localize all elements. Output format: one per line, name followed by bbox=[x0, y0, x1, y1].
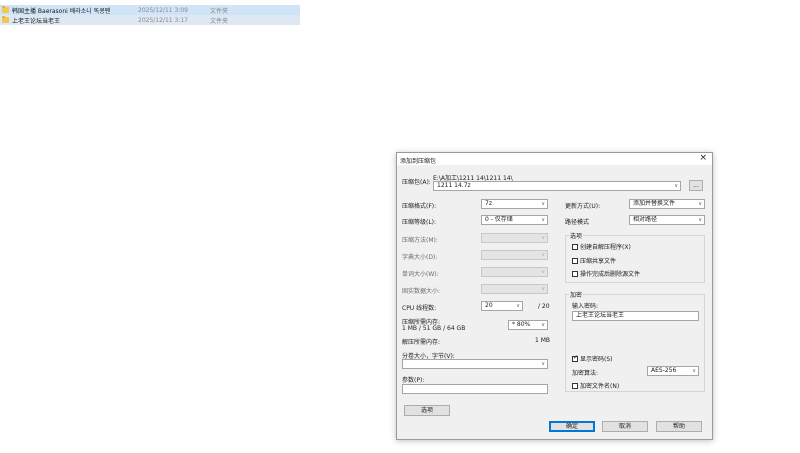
update-value: 添加并替换文件 bbox=[633, 200, 676, 207]
password-input[interactable]: 上老王论坛当老王 bbox=[572, 311, 699, 321]
mem-decompress-value: 1 MB bbox=[535, 337, 551, 344]
enc-method-value: AES-256 bbox=[651, 367, 677, 374]
chevron-down-icon: ∨ bbox=[516, 303, 520, 309]
format-combo[interactable]: 7z ∨ bbox=[481, 199, 548, 209]
file-type: 文件夹 bbox=[210, 17, 229, 25]
checkbox-box bbox=[572, 382, 578, 389]
level-label: 压缩等级(L): bbox=[402, 219, 437, 226]
file-row[interactable]: 韩国主播 Baerasoni 배라소니 똑콩펜 2025/12/11 3:09 … bbox=[0, 5, 300, 15]
checkbox-box bbox=[572, 354, 578, 362]
browse-button[interactable]: ... bbox=[689, 180, 703, 191]
dict-combo[interactable]: ∨ bbox=[481, 250, 548, 260]
options-button[interactable]: 选项 bbox=[404, 405, 450, 416]
folder-icon bbox=[2, 6, 9, 13]
mem-percent-value: * 80% bbox=[512, 321, 531, 328]
level-combo[interactable]: 0 - 仅存储 ∨ bbox=[481, 215, 548, 225]
file-type: 文件夹 bbox=[210, 7, 229, 15]
cpu-combo[interactable]: 20 ∨ bbox=[481, 301, 523, 311]
chevron-down-icon: ∨ bbox=[541, 252, 545, 258]
split-combo[interactable]: ∨ bbox=[402, 359, 548, 369]
folder-icon bbox=[2, 16, 9, 23]
checkbox-box bbox=[572, 243, 578, 250]
encrypt-names-checkbox[interactable]: 加密文件名(N) bbox=[572, 381, 619, 390]
cpu-value: 20 bbox=[485, 302, 493, 309]
encrypt-names-label: 加密文件名(N) bbox=[580, 383, 620, 390]
update-label: 更新方式(U): bbox=[565, 203, 601, 210]
show-password-label: 显示密码(S) bbox=[580, 356, 613, 363]
chevron-down-icon: ∨ bbox=[674, 183, 678, 189]
chevron-down-icon: ∨ bbox=[541, 286, 545, 292]
mem-decompress-label: 解压所需内存: bbox=[402, 339, 441, 346]
file-date: 2025/12/11 3:09 bbox=[138, 6, 188, 14]
mem-compress-detail: 1 MB / 51 GB / 64 GB bbox=[402, 325, 466, 332]
word-combo[interactable]: ∨ bbox=[481, 267, 548, 277]
solid-label: 固实数据大小: bbox=[402, 288, 441, 295]
delete-checkbox[interactable]: 操作完成后删除源文件 bbox=[572, 269, 640, 278]
dialog-title: 添加到压缩包 bbox=[400, 158, 437, 165]
help-button[interactable]: 帮助 bbox=[656, 421, 702, 432]
archive-label: 压缩包(A): bbox=[402, 179, 431, 186]
enc-method-combo[interactable]: AES-256 ∨ bbox=[647, 366, 699, 376]
cpu-max: / 20 bbox=[538, 303, 550, 310]
sfx-label: 创建自解压程序(X) bbox=[580, 244, 631, 251]
file-name: 上老王论坛当老王 bbox=[12, 17, 61, 25]
params-label: 参数(P): bbox=[402, 377, 425, 384]
sfx-checkbox[interactable]: 创建自解压程序(X) bbox=[572, 242, 631, 251]
pathmode-value: 相对路径 bbox=[633, 216, 658, 223]
file-date: 2025/12/11 3:17 bbox=[138, 16, 188, 24]
shared-label: 压缩共享文件 bbox=[580, 258, 617, 265]
pathmode-combo[interactable]: 相对路径 ∨ bbox=[629, 215, 705, 225]
chevron-down-icon: ∨ bbox=[698, 217, 702, 223]
update-combo[interactable]: 添加并替换文件 ∨ bbox=[629, 199, 705, 209]
archive-name-combo[interactable]: 1211 14.7z ∨ bbox=[433, 181, 681, 191]
chevron-down-icon: ∨ bbox=[541, 217, 545, 223]
add-to-archive-dialog: 添加到压缩包 × 压缩包(A): E:\A加工\1211 14\1211 14\… bbox=[396, 152, 713, 440]
chevron-down-icon: ∨ bbox=[541, 361, 545, 367]
shared-checkbox[interactable]: 压缩共享文件 bbox=[572, 256, 616, 265]
chevron-down-icon: ∨ bbox=[698, 201, 702, 207]
chevron-down-icon: ∨ bbox=[541, 201, 545, 207]
method-label: 压缩方法(M): bbox=[402, 237, 438, 244]
encrypt-group-title: 加密 bbox=[569, 290, 584, 299]
params-input[interactable] bbox=[402, 384, 548, 394]
file-row[interactable]: 上老王论坛当老王 2025/12/11 3:17 文件夹 bbox=[0, 15, 300, 25]
checkbox-box bbox=[572, 257, 578, 264]
level-value: 0 - 仅存储 bbox=[485, 216, 513, 223]
show-password-checkbox[interactable]: 显示密码(S) bbox=[572, 354, 613, 363]
mem-percent-combo[interactable]: * 80% ∨ bbox=[508, 320, 548, 330]
cancel-button[interactable]: 取消 bbox=[602, 421, 648, 432]
format-value: 7z bbox=[485, 200, 492, 207]
dialog-titlebar: 添加到压缩包 × bbox=[397, 153, 712, 165]
chevron-down-icon: ∨ bbox=[541, 235, 545, 241]
dict-label: 字典大小(D): bbox=[402, 254, 438, 261]
method-combo[interactable]: ∨ bbox=[481, 233, 548, 243]
solid-combo[interactable]: ∨ bbox=[481, 284, 548, 294]
ok-button[interactable]: 确定 bbox=[549, 421, 595, 432]
chevron-down-icon: ∨ bbox=[541, 269, 545, 275]
close-icon[interactable]: × bbox=[699, 154, 707, 163]
password-label: 输入密码: bbox=[572, 303, 599, 310]
checkbox-box bbox=[572, 270, 578, 277]
password-value: 上老王论坛当老王 bbox=[576, 312, 625, 319]
options-group-title: 选项 bbox=[569, 231, 584, 240]
delete-label: 操作完成后删除源文件 bbox=[580, 271, 641, 278]
pathmode-label: 路径模式 bbox=[565, 219, 590, 226]
chevron-down-icon: ∨ bbox=[541, 322, 545, 328]
cpu-label: CPU 线程数: bbox=[402, 305, 437, 312]
chevron-down-icon: ∨ bbox=[692, 368, 696, 374]
archive-name-value: 1211 14.7z bbox=[437, 182, 471, 189]
file-name: 韩国主播 Baerasoni 배라소니 똑콩펜 bbox=[12, 7, 111, 15]
word-label: 单词大小(W): bbox=[402, 271, 439, 278]
enc-method-label: 加密算法: bbox=[572, 370, 599, 377]
format-label: 压缩格式(F): bbox=[402, 203, 437, 210]
